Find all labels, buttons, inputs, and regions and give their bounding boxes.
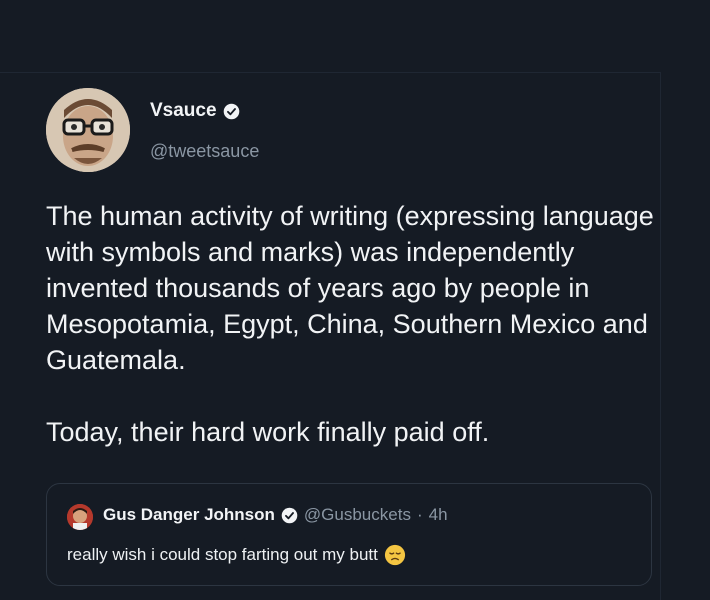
disappointed-face-icon: [384, 544, 405, 566]
tweet-paragraph: The human activity of writing (expressin…: [46, 201, 654, 375]
verified-badge-icon: [281, 507, 298, 523]
author-name-row[interactable]: Vsauce: [150, 100, 240, 122]
quoted-avatar[interactable]: [67, 504, 93, 530]
author-handle[interactable]: @tweetsauce: [150, 141, 259, 162]
quoted-separator: ·: [416, 505, 423, 524]
screenshot-page: Vsauce @tweetsauce The human activity of…: [0, 0, 710, 600]
quoted-tweet[interactable]: Gus Danger Johnson @Gusbuckets · 4h real…: [46, 483, 652, 586]
quoted-text: really wish i could stop farting out my …: [67, 545, 378, 564]
tweet-body: The human activity of writing (expressin…: [46, 198, 656, 450]
quoted-display-name[interactable]: Gus Danger Johnson: [103, 505, 275, 525]
tweet-paragraph: Today, their hard work finally paid off.: [46, 417, 490, 447]
gus-avatar-icon: [67, 504, 93, 530]
author-display-name[interactable]: Vsauce: [150, 100, 217, 122]
quoted-body: really wish i could stop farting out my …: [67, 544, 406, 566]
vsauce-avatar-icon: [46, 88, 130, 172]
avatar[interactable]: [46, 88, 130, 172]
quoted-timestamp[interactable]: 4h: [429, 505, 448, 525]
quoted-handle[interactable]: @Gusbuckets: [304, 505, 411, 525]
quoted-header: Gus Danger Johnson @Gusbuckets · 4h: [103, 505, 448, 525]
verified-badge-icon: [223, 103, 239, 119]
